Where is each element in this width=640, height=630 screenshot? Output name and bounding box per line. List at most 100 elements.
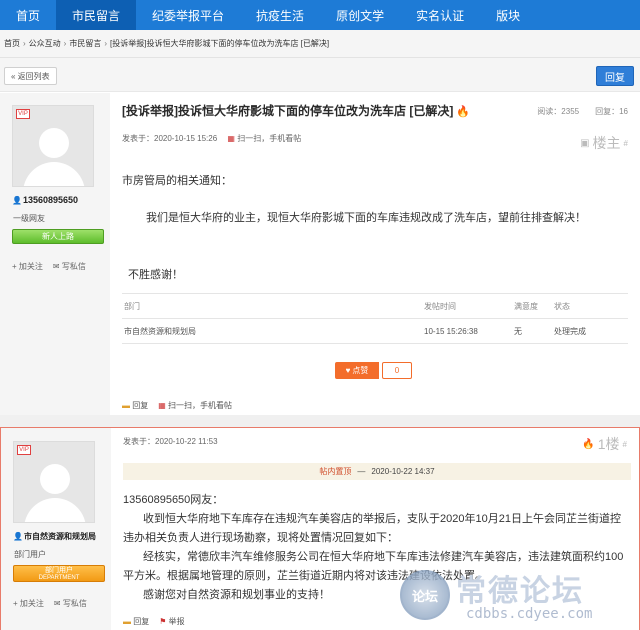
table-header: 发帖时间 (424, 301, 456, 311)
reply-paragraph-1: 收到恒大华府地下车库存在违规汽车美容店的举报后，支队于2020年10月21日上午… (123, 513, 621, 544)
qr-code-icon: ▦ (158, 401, 166, 410)
nav-item-discipline-report[interactable]: 纪委举报平台 (136, 0, 240, 30)
qr-action[interactable]: ▦ 扫一扫，手机看帖 (158, 400, 232, 411)
watermark-text: 常德论坛 (456, 574, 584, 609)
post-actions: ▬ 回复 ⚑ 举报 (123, 616, 185, 627)
like-label: 点赞 (352, 366, 369, 375)
site-watermark: 论坛 常德论坛 cdbbs.cdyee.com (400, 566, 630, 626)
report-action[interactable]: ⚑ 举报 (159, 616, 184, 627)
nav-item-anti-epidemic[interactable]: 抗疫生活 (240, 0, 320, 30)
table-cell-department[interactable]: 市自然资源和规划局 (122, 326, 424, 337)
post-time: 发表于：2020-10-15 15:26 (122, 134, 218, 143)
post-time: 发表于：2020-10-22 11:53 (123, 437, 218, 446)
post-original: VIP 👤13560895650 一级网友 新人上路 + 加关注 ✉ 写私信 [… (0, 93, 640, 415)
reply-action[interactable]: ▬ 回复 (123, 616, 149, 627)
post-content: [投诉举报]投诉恒大华府影城下面的停车位改为洗车店 [已解决] 🔥 阅读：2355… (110, 93, 640, 415)
view-count: 阅读：2355 (537, 107, 580, 116)
follow-label: 加关注 (19, 599, 44, 608)
floor-sup: # (623, 138, 628, 148)
author-name-text: 市自然资源和规划局 (23, 532, 96, 541)
thread-title-text: [投诉举报]投诉恒大华府影城下面的停车位改为洗车店 [已解决] (122, 104, 454, 118)
vip-icon: VIP (17, 445, 31, 455)
table-header: 状态 (554, 301, 570, 311)
post-meta: 发表于：2020-10-22 11:53 (123, 436, 218, 447)
floor-label: ▣ 楼主 # (580, 133, 628, 153)
breadcrumb-current-thread[interactable]: [投诉举报]投诉恒大华府影城下面的停车位改为洗车店 [已解决] (110, 38, 329, 49)
pinned-separator: — (357, 467, 366, 476)
nav-item-sections[interactable]: 版块 (480, 0, 536, 30)
breadcrumb-separator: › (104, 39, 108, 48)
nav-item-citizen-messages[interactable]: 市民留言 (56, 0, 137, 30)
thread-stats: 阅读：2355 回复：16 (537, 106, 628, 117)
post-divider (0, 415, 640, 427)
table-header: 满意度 (514, 301, 538, 311)
follow-link[interactable]: + 加关注 (13, 598, 44, 609)
pinned-label: 帖内置顶 (319, 467, 352, 476)
back-to-list-button[interactable]: « 返回列表 (4, 67, 57, 85)
newbie-badge: 新人上路 (12, 229, 104, 244)
badge-line-2: DEPARTMENT (38, 575, 80, 581)
like-button[interactable]: ♥ 点赞 (335, 362, 379, 379)
floor-text: 1楼 (597, 436, 620, 452)
breadcrumb-separator: › (63, 39, 67, 48)
post-paragraph-2: 我们是恒大华府的业主，现恒大华府影城下面的车库违规改成了洗车店，望前往排查解决！ (146, 212, 586, 224)
breadcrumb-home[interactable]: 首页 (4, 38, 20, 49)
user-icon: 👤 (12, 196, 22, 205)
author-links: + 加关注 ✉ 写私信 (12, 261, 86, 272)
reply-action[interactable]: ▬ 回复 (122, 400, 148, 411)
message-label: 写私信 (61, 262, 86, 271)
breadcrumb: 首页 › 公众互动 › 市民留言 › [投诉举报]投诉恒大华府影城下面的停车位改… (0, 30, 640, 58)
reply-count: 回复：16 (595, 107, 628, 116)
author-name[interactable]: 👤市自然资源和规划局 (13, 531, 96, 542)
table-header: 部门 (124, 301, 140, 311)
post-meta: 发表于：2020-10-15 15:26 ▦ 扫一扫，手机看帖 (122, 133, 301, 144)
message-label: 写私信 (62, 599, 87, 608)
table-cell-satisfaction: 无 (514, 326, 522, 336)
badge-line-1: 部门用户 (45, 567, 73, 574)
report-action-label: 举报 (168, 617, 185, 626)
top-nav: 首页 市民留言 纪委举报平台 抗疫生活 原创文学 实名认证 版块 (0, 0, 640, 30)
pinned-time: 2020-10-22 14:37 (371, 467, 435, 476)
avatar[interactable]: VIP (12, 105, 94, 187)
reply-button[interactable]: 回复 (596, 66, 634, 86)
reply-greeting: 13560895650网友： (123, 494, 224, 506)
follow-label: 加关注 (18, 262, 43, 271)
post-actions: ▬ 回复 ▦ 扫一扫，手机看帖 (122, 400, 232, 411)
breadcrumb-public-interaction[interactable]: 公众互动 (29, 38, 61, 49)
author-name[interactable]: 👤13560895650 (12, 195, 78, 205)
qr-label[interactable]: 扫一扫，手机看帖 (237, 134, 301, 143)
hot-fire-icon: 🔥 (456, 106, 471, 118)
nav-item-literature[interactable]: 原创文学 (320, 0, 400, 30)
post-paragraph-1: 市房管局的相关通知： (122, 175, 232, 187)
like-group: ♥ 点赞 0 (335, 362, 412, 379)
thread-toolbar: « 返回列表 回复 (0, 58, 640, 92)
floor-text: 楼主 (592, 135, 621, 151)
table-cell-status: 处理完成 (554, 326, 586, 336)
heart-icon: ♥ (345, 366, 351, 375)
print-icon[interactable]: ▣ (580, 138, 589, 149)
department-badge: 部门用户 DEPARTMENT (13, 565, 105, 582)
post-author-panel: VIP 👤市自然资源和规划局 部门用户 部门用户 DEPARTMENT + 加关… (1, 428, 111, 630)
post-author-panel: VIP 👤13560895650 一级网友 新人上路 + 加关注 ✉ 写私信 (0, 93, 110, 415)
thread-title: [投诉举报]投诉恒大华府影城下面的停车位改为洗车店 [已解决] 🔥 (122, 102, 470, 119)
department-table: 部门 发帖时间 满意度 状态 市自然资源和规划局 10-15 15:26:38 … (122, 293, 628, 344)
qr-code-icon[interactable]: ▦ (227, 134, 235, 143)
like-count: 0 (382, 362, 412, 379)
avatar-head (40, 464, 70, 494)
message-link[interactable]: ✉ 写私信 (53, 261, 86, 272)
message-link[interactable]: ✉ 写私信 (54, 598, 87, 609)
comment-icon: ▬ (122, 401, 130, 410)
author-name-text: 13560895650 (22, 195, 79, 205)
breadcrumb-separator: › (23, 39, 26, 48)
fire-icon: 🔥 (582, 438, 595, 450)
nav-item-home[interactable]: 首页 (0, 0, 56, 30)
follow-link[interactable]: + 加关注 (12, 261, 43, 272)
qr-action-label: 扫一扫，手机看帖 (168, 401, 233, 410)
nav-item-verification[interactable]: 实名认证 (400, 0, 480, 30)
avatar[interactable]: VIP (13, 441, 95, 523)
author-links: + 加关注 ✉ 写私信 (13, 598, 87, 609)
table-header-row: 部门 发帖时间 满意度 状态 (122, 294, 628, 319)
breadcrumb-citizen-messages[interactable]: 市民留言 (69, 38, 101, 49)
post-paragraph-3: 不胜感谢！ (128, 269, 183, 281)
comment-icon: ▬ (123, 617, 131, 626)
